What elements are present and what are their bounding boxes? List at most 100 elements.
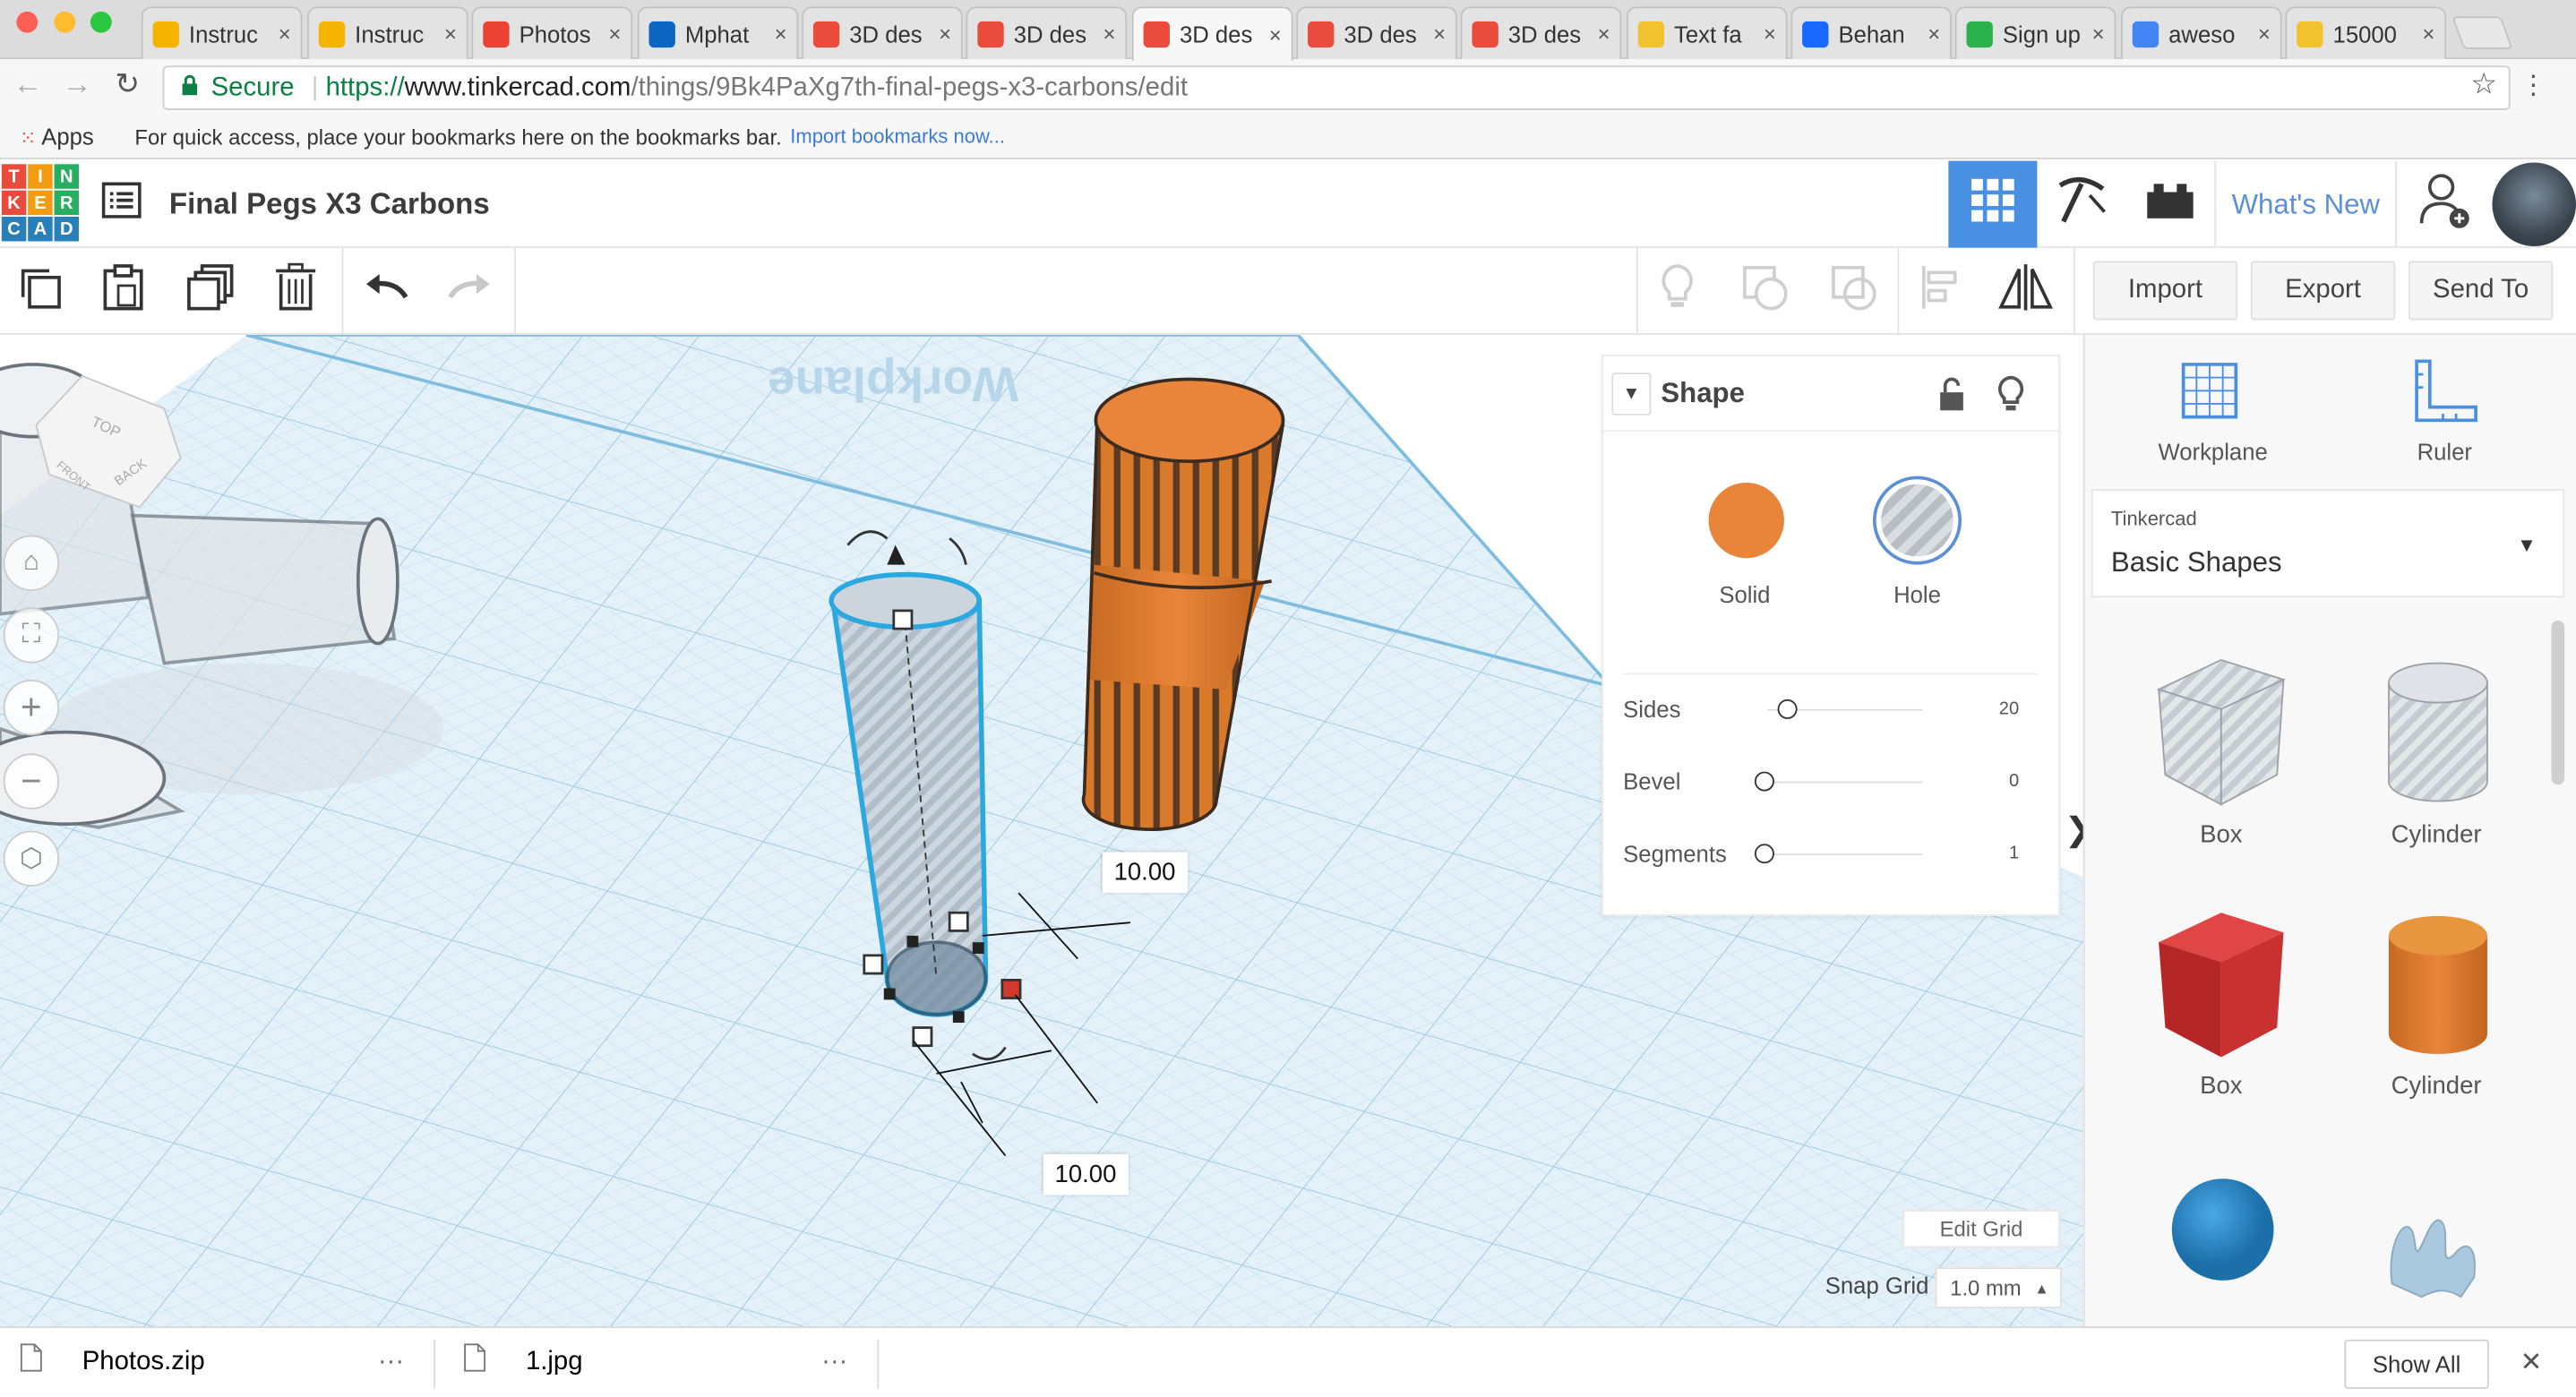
param-slider-knob[interactable]	[1777, 698, 1798, 719]
collapse-inspector-button[interactable]: ▼	[1611, 373, 1652, 416]
tab-close-icon[interactable]: ×	[2092, 21, 2105, 46]
scribble-shape[interactable]	[2379, 1188, 2487, 1311]
3d-view-button[interactable]	[1948, 160, 2038, 248]
param-value[interactable]: 0	[2009, 772, 2019, 792]
browser-tab[interactable]: Mphat ×	[637, 6, 799, 59]
browser-tab[interactable]: Behan ×	[1790, 6, 1953, 59]
design-title[interactable]: Final Pegs X3 Carbons	[169, 187, 490, 221]
download-more-icon[interactable]: ···	[378, 1347, 404, 1376]
tab-close-icon[interactable]: ×	[939, 21, 951, 46]
bookmark-star-icon[interactable]: ☆	[2470, 67, 2497, 101]
undo-button[interactable]	[352, 254, 421, 327]
dimension-input-width[interactable]: 10.00	[1102, 852, 1188, 894]
ruler-tool-icon[interactable]	[2410, 358, 2483, 435]
user-avatar[interactable]	[2492, 162, 2576, 246]
forward-icon[interactable]: →	[63, 67, 92, 101]
box-solid-shape[interactable]	[2145, 906, 2293, 1072]
browser-menu-icon[interactable]: ⋮	[2520, 69, 2546, 102]
shape-note-lightbulb-icon[interactable]	[1996, 374, 2026, 422]
tab-close-icon[interactable]: ×	[1928, 21, 1940, 46]
perspective-button[interactable]: ⬡	[3, 830, 60, 887]
browser-tab[interactable]: 3D des ×	[966, 6, 1128, 59]
tab-close-icon[interactable]: ×	[1598, 21, 1610, 46]
tab-close-icon[interactable]: ×	[1764, 21, 1776, 46]
fit-view-button[interactable]: ⛶	[3, 607, 60, 664]
download-item[interactable]: 1.jpg ···	[463, 1326, 847, 1397]
param-slider-knob[interactable]	[1754, 771, 1774, 792]
redo-button[interactable]	[435, 254, 504, 327]
tab-close-icon[interactable]: ×	[1269, 22, 1282, 47]
import-bookmarks-link[interactable]: Import bookmarks now...	[790, 124, 1005, 148]
home-view-button[interactable]: ⌂	[3, 535, 60, 591]
box-hole-shape[interactable]	[2145, 654, 2293, 819]
hole-swatch[interactable]	[1872, 476, 1962, 565]
param-slider-track[interactable]	[1767, 781, 1922, 784]
shape-label[interactable]: Box	[2123, 821, 2320, 849]
tab-close-icon[interactable]: ×	[608, 21, 621, 46]
cylinder-hole-shape[interactable]	[2383, 660, 2492, 816]
workplane-tool-label[interactable]: Workplane	[2131, 438, 2295, 464]
zoom-out-button[interactable]: −	[3, 753, 60, 810]
cylinder-solid-shape[interactable]	[2383, 913, 2492, 1068]
export-button[interactable]: Export	[2250, 261, 2396, 321]
tab-close-icon[interactable]: ×	[279, 21, 291, 46]
browser-tab[interactable]: 3D des ×	[1296, 6, 1457, 59]
close-downloads-icon[interactable]: ✕	[2520, 1346, 2543, 1379]
ruler-tool-label[interactable]: Ruler	[2363, 438, 2527, 464]
tab-close-icon[interactable]: ×	[775, 21, 787, 46]
browser-tab[interactable]: 3D des ×	[802, 6, 963, 59]
tinkercad-logo[interactable]: TIN KER CAD	[1, 164, 80, 242]
tab-close-icon[interactable]: ×	[444, 21, 457, 46]
shape-label[interactable]: Box	[2123, 1072, 2320, 1100]
align-tool[interactable]	[1906, 254, 1975, 327]
browser-tab[interactable]: Instruc ×	[141, 6, 303, 59]
sphere-shape[interactable]	[2168, 1176, 2277, 1292]
zoom-in-button[interactable]: +	[3, 679, 60, 736]
design-list-icon[interactable]	[101, 182, 142, 219]
url-bar[interactable]: Secure | https://www.tinkercad.com/thing…	[162, 65, 2511, 110]
tab-close-icon[interactable]: ×	[1103, 21, 1115, 46]
browser-tab[interactable]: 3D des ×	[1131, 6, 1293, 61]
browser-tab[interactable]: Sign up ×	[1954, 6, 2117, 59]
reload-icon[interactable]: ↻	[115, 67, 140, 101]
window-zoom-button[interactable]	[90, 11, 112, 33]
send-to-button[interactable]: Send To	[2408, 261, 2554, 321]
browser-tab[interactable]: 3D des ×	[1460, 6, 1622, 59]
snap-grid-select[interactable]: 1.0 mm ▲	[1935, 1267, 2062, 1309]
tab-close-icon[interactable]: ×	[2258, 21, 2271, 46]
browser-tab[interactable]: Text fa ×	[1626, 6, 1788, 59]
duplicate-button[interactable]	[176, 254, 245, 327]
edit-grid-button[interactable]: Edit Grid	[1902, 1210, 2061, 1248]
paste-button[interactable]	[89, 254, 158, 327]
unlock-icon[interactable]	[1937, 376, 1967, 420]
minecraft-button[interactable]	[2037, 161, 2125, 248]
param-value[interactable]: 1	[2009, 844, 2019, 863]
workplane-tool-icon[interactable]	[2177, 358, 2242, 432]
shape-library-dropdown[interactable]: Tinkercad Basic Shapes ▼	[2091, 489, 2565, 598]
group-tool[interactable]	[1730, 254, 1799, 327]
back-icon[interactable]: ←	[13, 67, 43, 101]
browser-tab[interactable]: Photos ×	[471, 6, 633, 59]
browser-tab[interactable]: 15000 ×	[2285, 6, 2447, 59]
tab-close-icon[interactable]: ×	[2422, 21, 2434, 46]
download-item[interactable]: Photos.zip ···	[20, 1326, 404, 1397]
show-all-downloads-button[interactable]: Show All	[2344, 1339, 2489, 1389]
import-button[interactable]: Import	[2092, 261, 2238, 321]
param-value[interactable]: 20	[1999, 699, 2019, 719]
browser-tab[interactable]: Instruc ×	[306, 6, 468, 59]
param-slider-track[interactable]	[1767, 853, 1922, 856]
whats-new-link[interactable]: What's New	[2214, 160, 2398, 248]
ungroup-tool[interactable]	[1818, 254, 1887, 327]
shape-label[interactable]: Cylinder	[2338, 1072, 2535, 1100]
notes-tool[interactable]	[1643, 254, 1712, 327]
download-more-icon[interactable]: ···	[821, 1347, 847, 1376]
apps-shortcut[interactable]: ⁙ Apps	[20, 123, 94, 149]
delete-button[interactable]	[262, 254, 331, 327]
tab-close-icon[interactable]: ×	[1433, 21, 1446, 46]
copy-button[interactable]	[5, 254, 74, 327]
dimension-input-length[interactable]: 10.00	[1043, 1153, 1129, 1196]
invite-user-button[interactable]	[2402, 161, 2487, 248]
mirror-tool[interactable]	[1991, 254, 2060, 327]
bricks-button[interactable]	[2125, 161, 2214, 248]
window-minimize-button[interactable]	[54, 11, 76, 33]
